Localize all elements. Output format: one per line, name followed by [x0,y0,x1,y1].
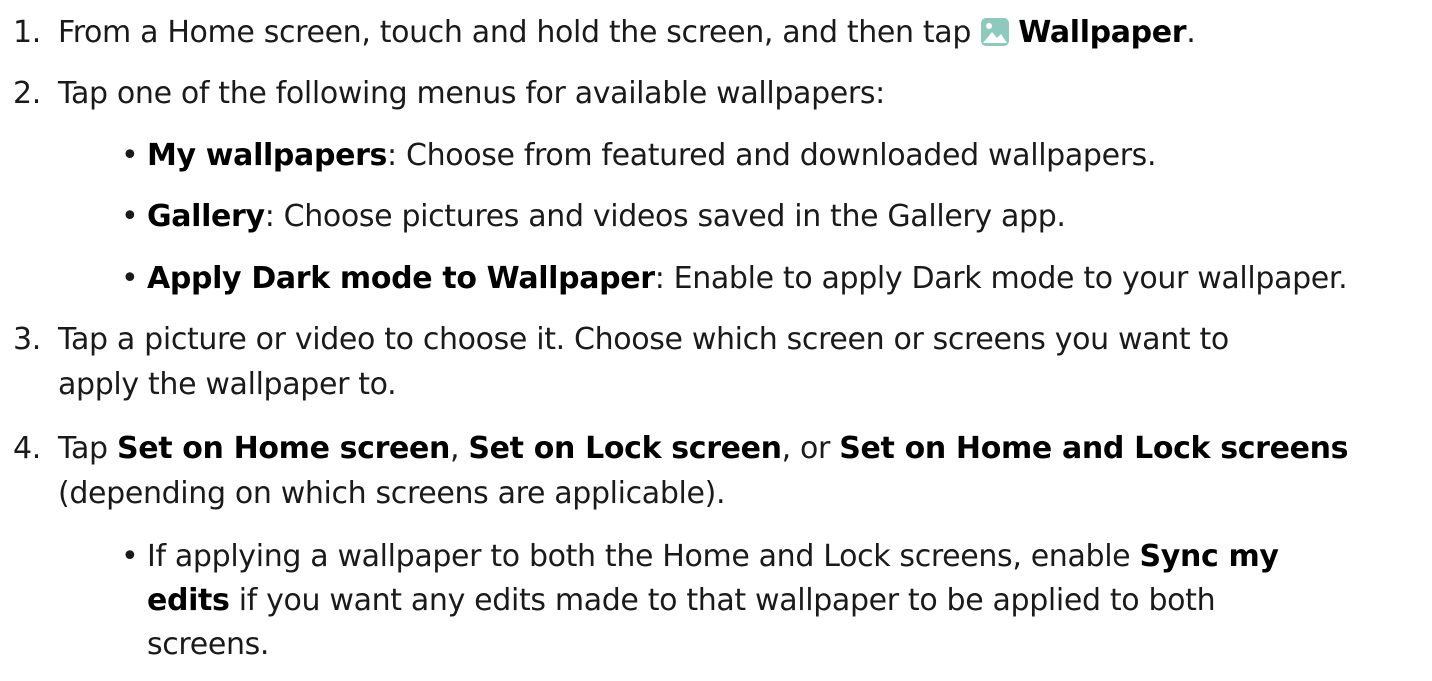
step-text: Tap one of the following menus for avail… [58,76,885,111]
step-number: 2. [13,76,41,111]
step-text-line-1: Tap a picture or video to choose it. Cho… [58,322,1229,357]
bullet-text-line-2: edits if you want any edits made to that… [147,583,1216,618]
bullet-item-my-wallpapers: My wallpapers: Choose from featured and … [147,138,1157,173]
bullet: • [121,138,139,173]
step-number: 1. [13,15,41,50]
wallpaper-icon [981,18,1010,46]
step-number: 4. [13,431,41,466]
step-number: 3. [13,322,41,357]
set-home-screen-label: Set on Home screen [116,431,451,466]
bullet-item-dark-mode: Apply Dark mode to Wallpaper: Enable to … [147,261,1348,296]
step-text: From a Home screen, touch and hold the s… [58,15,1196,50]
instructions-document: 1. From a Home screen, touch and hold th… [0,0,1432,681]
sync-my-edits-label: Sync my [1139,539,1279,574]
bullet-text-line-3: screens. [147,627,270,662]
step-text-line-2: apply the wallpaper to. [58,367,397,402]
step-text-line-2: (depending on which screens are applicab… [58,476,726,511]
bullet-text-line-1: If applying a wallpaper to both the Home… [147,539,1279,574]
bullet: • [121,261,139,296]
set-lock-screen-label: Set on Lock screen [468,431,782,466]
wallpaper-label: Wallpaper [1018,15,1187,50]
set-home-and-lock-label: Set on Home and Lock screens [839,431,1349,466]
bullet: • [121,199,139,234]
step-text-line-1: Tap Set on Home screen, Set on Lock scre… [58,431,1349,466]
bullet: • [121,539,139,574]
bullet-item-gallery: Gallery: Choose pictures and videos save… [147,199,1066,234]
